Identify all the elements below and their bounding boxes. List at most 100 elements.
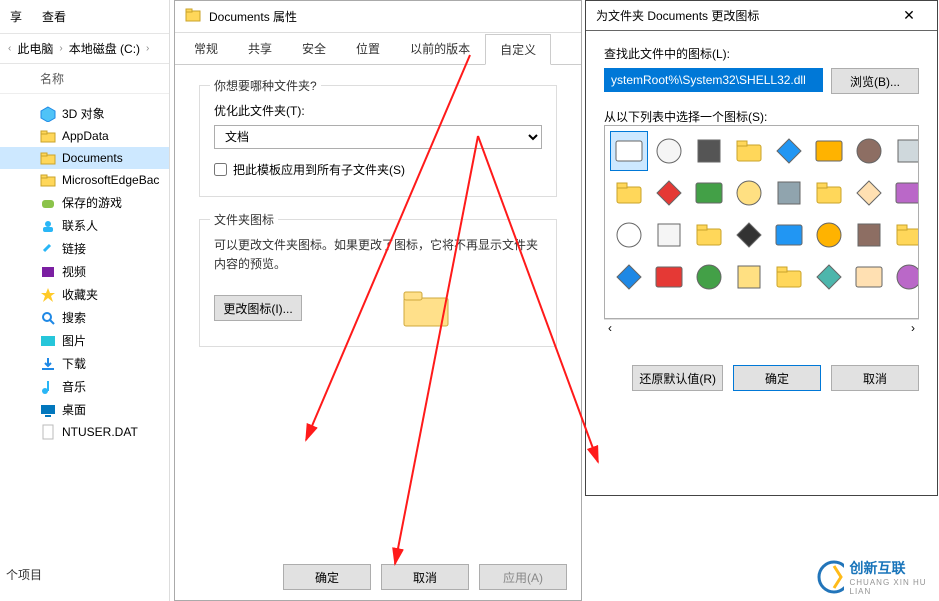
icon-option[interactable] <box>891 258 919 296</box>
icon-option[interactable] <box>691 216 727 254</box>
group-folder-kind: 你想要哪种文件夹? 优化此文件夹(T): 文档 把此模板应用到所有子文件夹(S) <box>199 85 557 197</box>
folder-preview-icon <box>402 288 450 328</box>
list-item[interactable]: 链接 <box>0 237 169 260</box>
change-icon-button[interactable]: 更改图标(I)... <box>214 295 302 321</box>
tab-2[interactable]: 安全 <box>287 33 341 64</box>
folder-icon <box>40 150 56 166</box>
icon-option[interactable] <box>851 258 887 296</box>
icon-option[interactable] <box>891 174 919 212</box>
column-header-name[interactable]: 名称 <box>0 64 169 94</box>
chevron-left-icon[interactable]: ‹ <box>608 321 612 335</box>
crumb-pc[interactable]: 此电脑 <box>17 40 53 57</box>
cancel-button[interactable]: 取消 <box>831 365 919 391</box>
icon-option[interactable] <box>891 132 919 170</box>
icon-option[interactable] <box>651 132 687 170</box>
dialog-titlebar[interactable]: 为文件夹 Documents 更改图标 ✕ <box>586 1 937 31</box>
close-icon[interactable]: ✕ <box>889 2 929 30</box>
tab-4[interactable]: 以前的版本 <box>395 33 485 64</box>
list-item[interactable]: 视频 <box>0 260 169 283</box>
downloads-icon <box>40 356 56 372</box>
ok-button[interactable]: 确定 <box>733 365 821 391</box>
dialog-titlebar[interactable]: Documents 属性 <box>175 1 581 33</box>
optimize-select[interactable]: 文档 <box>214 125 542 149</box>
list-item[interactable]: MicrosoftEdgeBac <box>0 169 169 191</box>
icon-option[interactable] <box>731 132 767 170</box>
star-icon <box>40 287 56 303</box>
contacts-icon <box>40 218 56 234</box>
breadcrumb[interactable]: ‹ 此电脑 › 本地磁盘 (C:) › <box>0 34 169 64</box>
tab-3[interactable]: 位置 <box>341 33 395 64</box>
icon-grid-container[interactable] <box>604 125 919 319</box>
icon-option[interactable] <box>731 216 767 254</box>
list-item[interactable]: 音乐 <box>0 375 169 398</box>
list-item[interactable]: 桌面 <box>0 398 169 421</box>
apply-button[interactable]: 应用(A) <box>479 564 567 590</box>
icon-option[interactable] <box>691 132 727 170</box>
file-explorer-panel: 享 查看 ‹ 此电脑 › 本地磁盘 (C:) › 名称 3D 对象 AppData… <box>0 0 170 601</box>
icon-option[interactable] <box>891 216 919 254</box>
browse-button[interactable]: 浏览(B)... <box>831 68 919 94</box>
group-title: 文件夹图标 <box>210 211 278 228</box>
icon-option[interactable] <box>771 132 807 170</box>
item-label: 桌面 <box>62 401 86 418</box>
folder-icon <box>40 172 56 188</box>
apply-subfolders-checkbox[interactable] <box>214 163 227 176</box>
menu-share[interactable]: 享 <box>10 8 22 25</box>
icon-option[interactable] <box>651 258 687 296</box>
icon-option[interactable] <box>651 216 687 254</box>
group-folder-icon: 文件夹图标 可以更改文件夹图标。如果更改了图标，它将不再显示文件夹内容的预览。 … <box>199 219 557 347</box>
chevron-right-icon[interactable]: › <box>911 321 915 335</box>
icon-option[interactable] <box>731 258 767 296</box>
icon-option[interactable] <box>611 216 647 254</box>
chevron-right-icon: › <box>59 43 62 54</box>
pictures-icon <box>40 333 56 349</box>
item-label: AppData <box>62 129 109 143</box>
tab-0[interactable]: 常规 <box>179 33 233 64</box>
list-item[interactable]: 图片 <box>0 329 169 352</box>
list-item[interactable]: 收藏夹 <box>0 283 169 306</box>
menu-view[interactable]: 查看 <box>42 8 66 25</box>
list-item[interactable]: 下载 <box>0 352 169 375</box>
icon-option[interactable] <box>611 258 647 296</box>
apply-subfolders-row[interactable]: 把此模板应用到所有子文件夹(S) <box>214 161 542 178</box>
icon-option[interactable] <box>731 174 767 212</box>
cancel-button[interactable]: 取消 <box>381 564 469 590</box>
tab-5[interactable]: 自定义 <box>485 34 551 65</box>
icon-option[interactable] <box>651 174 687 212</box>
list-item[interactable]: 保存的游戏 <box>0 191 169 214</box>
dialog-title: 为文件夹 Documents 更改图标 <box>596 7 759 24</box>
list-item[interactable]: 3D 对象 <box>0 102 169 125</box>
list-item[interactable]: 联系人 <box>0 214 169 237</box>
icon-option[interactable] <box>691 174 727 212</box>
icon-option[interactable] <box>811 216 847 254</box>
item-label: 下载 <box>62 355 86 372</box>
icon-option[interactable] <box>851 132 887 170</box>
icon-option[interactable] <box>811 132 847 170</box>
explorer-menu: 享 查看 <box>0 0 169 34</box>
crumb-drive[interactable]: 本地磁盘 (C:) <box>69 40 140 57</box>
icon-option[interactable] <box>611 174 647 212</box>
icon-option[interactable] <box>611 132 647 170</box>
icon-option[interactable] <box>771 174 807 212</box>
list-item[interactable]: AppData <box>0 125 169 147</box>
icon-option[interactable] <box>771 258 807 296</box>
music-icon <box>40 379 56 395</box>
item-label: MicrosoftEdgeBac <box>62 173 159 187</box>
apply-subfolders-label: 把此模板应用到所有子文件夹(S) <box>233 161 405 178</box>
ok-button[interactable]: 确定 <box>283 564 371 590</box>
restore-defaults-button[interactable]: 还原默认值(R) <box>632 365 723 391</box>
tab-1[interactable]: 共享 <box>233 33 287 64</box>
change-icon-dialog: 为文件夹 Documents 更改图标 ✕ 查找此文件中的图标(L): 浏览(B… <box>585 0 938 496</box>
list-item[interactable]: 搜索 <box>0 306 169 329</box>
list-item[interactable]: Documents <box>0 147 169 169</box>
icon-option[interactable] <box>811 258 847 296</box>
desktop-icon <box>40 402 56 418</box>
icon-option[interactable] <box>771 216 807 254</box>
icon-option[interactable] <box>851 174 887 212</box>
horizontal-scrollbar[interactable]: ‹ › <box>604 319 919 335</box>
icon-option[interactable] <box>851 216 887 254</box>
icon-path-input[interactable] <box>604 68 823 92</box>
list-item[interactable]: NTUSER.DAT <box>0 421 169 443</box>
icon-option[interactable] <box>811 174 847 212</box>
icon-option[interactable] <box>691 258 727 296</box>
